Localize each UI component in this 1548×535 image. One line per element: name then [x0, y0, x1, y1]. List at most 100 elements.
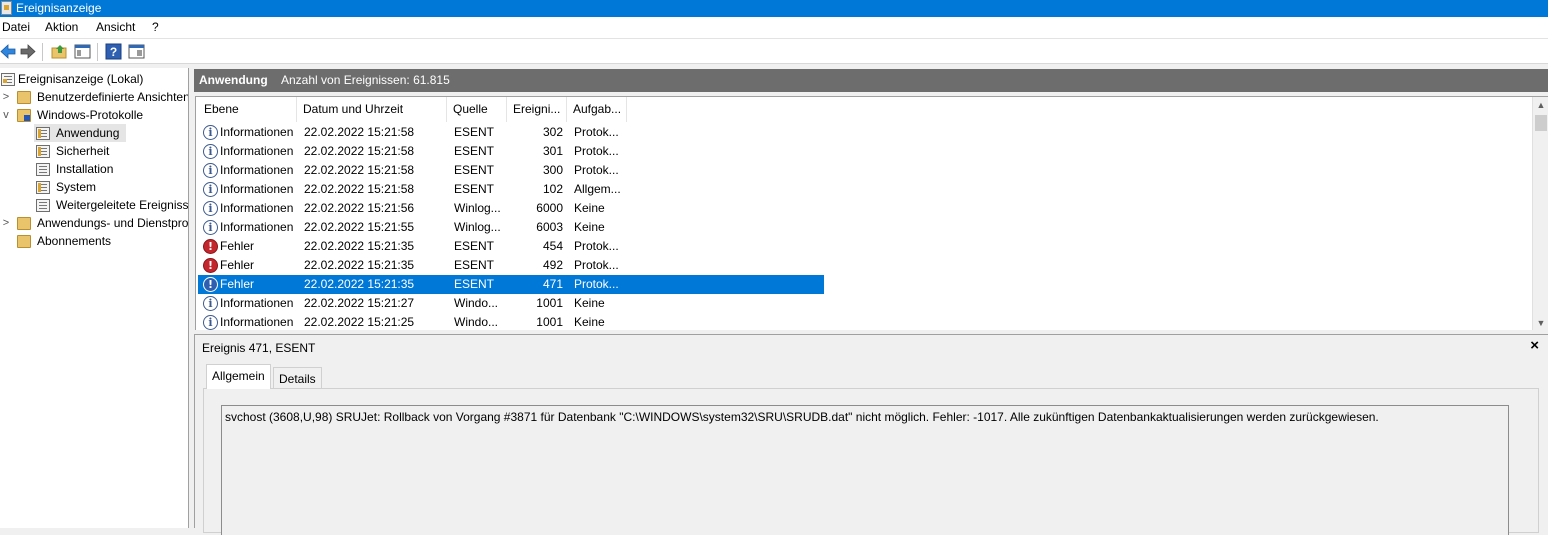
event-count: Anzahl von Ereignissen: 61.815	[281, 73, 450, 87]
menu-bar: Datei Aktion Ansicht ?	[0, 17, 1548, 38]
cell-level: Informationen	[220, 201, 294, 215]
cell-task: Keine	[574, 220, 605, 234]
scroll-thumb[interactable]	[1535, 115, 1547, 131]
error-icon: !	[203, 258, 218, 273]
column-header-level[interactable]: Ebene	[198, 97, 297, 122]
show-hide-tree-icon[interactable]	[74, 43, 91, 60]
log-icon	[36, 199, 50, 212]
column-header-source[interactable]: Quelle	[447, 97, 507, 122]
cell-task: Protok...	[574, 239, 619, 253]
log-icon	[36, 163, 50, 176]
tree-item-custom-views[interactable]: > Benutzerdefinierte Ansichten	[0, 88, 188, 106]
folder-up-icon[interactable]	[51, 43, 68, 60]
cell-source: ESENT	[454, 144, 495, 158]
toolbar-separator	[97, 43, 98, 61]
table-row[interactable]: ! Fehler 22.02.2022 15:21:35 ESENT 454 Protok…	[198, 237, 824, 256]
scroll-down-icon[interactable]: ▼	[1533, 315, 1548, 330]
cell-event-id: 1001	[536, 315, 563, 329]
menu-ansicht[interactable]: Ansicht	[96, 20, 135, 35]
tree-item-root[interactable]: Ereignisanzeige (Lokal)	[0, 70, 188, 88]
chevron-right-icon[interactable]: >	[1, 214, 11, 232]
cell-source: ESENT	[454, 163, 495, 177]
window-title: Ereignisanzeige	[16, 1, 102, 15]
menu-help[interactable]: ?	[152, 20, 159, 35]
column-header-event-id[interactable]: Ereigni...	[507, 97, 567, 122]
chevron-right-icon[interactable]: >	[1, 88, 11, 106]
cell-event-id: 6003	[536, 220, 563, 234]
cell-source: Winlog...	[454, 220, 501, 234]
table-row[interactable]: i Informationen 22.02.2022 15:21:58 ESENT 10…	[198, 180, 824, 199]
table-row[interactable]: i Informationen 22.02.2022 15:21:58 ESENT 30…	[198, 161, 824, 180]
event-message-box[interactable]: svchost (3608,U,98) SRUJet: Rollback von…	[221, 405, 1509, 535]
tree-item-anwendung[interactable]: Anwendung	[34, 124, 126, 142]
tree-item-windows-logs[interactable]: v Windows-Protokolle	[0, 106, 188, 124]
scroll-up-icon[interactable]: ▲	[1533, 97, 1548, 113]
show-hide-action-pane-icon[interactable]	[128, 43, 145, 60]
cell-task: Keine	[574, 201, 605, 215]
table-row[interactable]: ! Fehler 22.02.2022 15:21:35 ESENT 471 Protok…	[198, 275, 824, 294]
information-icon: i	[203, 125, 218, 140]
cell-date: 22.02.2022 15:21:56	[304, 201, 415, 215]
cell-date: 22.02.2022 15:21:35	[304, 239, 415, 253]
table-row[interactable]: i Informationen 22.02.2022 15:21:58 ESENT 30…	[198, 142, 824, 161]
vertical-scrollbar[interactable]: ▲ ▼	[1532, 97, 1548, 330]
cell-date: 22.02.2022 15:21:58	[304, 144, 415, 158]
table-row[interactable]: i Informationen 22.02.2022 15:21:25 Windo..…	[198, 313, 824, 330]
table-row[interactable]: i Informationen 22.02.2022 15:21:55 Winlog.…	[198, 218, 824, 237]
event-detail-title: Ereignis 471, ESENT	[202, 341, 316, 355]
tree-item-subscriptions[interactable]: Abonnements	[0, 232, 188, 250]
cell-date: 22.02.2022 15:21:35	[304, 258, 415, 272]
log-name: Anwendung	[199, 73, 268, 87]
cell-task: Protok...	[574, 125, 619, 139]
cell-task: Keine	[574, 296, 605, 310]
event-message: svchost (3608,U,98) SRUJet: Rollback von…	[225, 410, 1379, 424]
help-icon[interactable]: ?	[105, 43, 122, 60]
close-icon[interactable]: ×	[1530, 338, 1539, 354]
cell-task: Protok...	[574, 277, 619, 291]
svg-text:?: ?	[110, 45, 117, 59]
log-icon	[36, 181, 50, 194]
event-detail-pane: Ereignis 471, ESENT × Allgemein Details …	[194, 334, 1548, 535]
cell-event-id: 301	[542, 144, 563, 158]
column-header-date[interactable]: Datum und Uhrzeit	[297, 97, 447, 122]
forward-arrow-icon[interactable]	[19, 43, 36, 60]
tree-item-app-service-logs[interactable]: > Anwendungs- und Dienstprotokolle	[0, 214, 188, 232]
chevron-down-icon[interactable]: v	[1, 106, 11, 124]
tab-details[interactable]: Details	[273, 367, 322, 390]
tree-item-system[interactable]: System	[34, 178, 188, 196]
menu-datei[interactable]: Datei	[2, 20, 30, 35]
cell-level: Informationen	[220, 144, 294, 158]
cell-event-id: 1001	[536, 296, 563, 310]
tree-item-sicherheit[interactable]: Sicherheit	[34, 142, 188, 160]
cell-event-id: 102	[542, 182, 563, 196]
cell-event-id: 492	[542, 258, 563, 272]
table-row[interactable]: i Informationen 22.02.2022 15:21:27 Windo..…	[198, 294, 824, 313]
tree-item-forwarded-events[interactable]: Weitergeleitete Ereignisse	[34, 196, 188, 214]
cell-source: ESENT	[454, 258, 495, 272]
cell-level: Informationen	[220, 182, 294, 196]
table-row[interactable]: ! Fehler 22.02.2022 15:21:35 ESENT 492 Protok…	[198, 256, 824, 275]
tab-allgemein[interactable]: Allgemein	[206, 364, 271, 389]
cell-date: 22.02.2022 15:21:25	[304, 315, 415, 329]
toolbar: ?	[0, 38, 1548, 64]
cell-level: Fehler	[220, 239, 255, 253]
menu-aktion[interactable]: Aktion	[45, 20, 78, 35]
error-icon: !	[203, 239, 218, 254]
cell-source: ESENT	[454, 239, 495, 253]
cell-source: Windo...	[454, 296, 499, 310]
cell-task: Protok...	[574, 163, 619, 177]
cell-date: 22.02.2022 15:21:35	[304, 277, 415, 291]
table-row[interactable]: i Informationen 22.02.2022 15:21:56 Winlog.…	[198, 199, 824, 218]
cell-level: Informationen	[220, 296, 294, 310]
back-arrow-icon[interactable]	[0, 43, 17, 60]
cell-level: Informationen	[220, 220, 294, 234]
cell-date: 22.02.2022 15:21:58	[304, 163, 415, 177]
column-header-task[interactable]: Aufgab...	[567, 97, 627, 122]
windows-logs-folder-icon	[17, 109, 31, 122]
title-bar: Ereignisanzeige	[0, 0, 1548, 17]
cell-date: 22.02.2022 15:21:58	[304, 125, 415, 139]
navigation-tree: Ereignisanzeige (Lokal) > Benutzerdefini…	[0, 68, 189, 528]
table-row[interactable]: i Informationen 22.02.2022 15:21:58 ESENT 30…	[198, 123, 824, 142]
tree-item-installation[interactable]: Installation	[34, 160, 188, 178]
cell-event-id: 300	[542, 163, 563, 177]
